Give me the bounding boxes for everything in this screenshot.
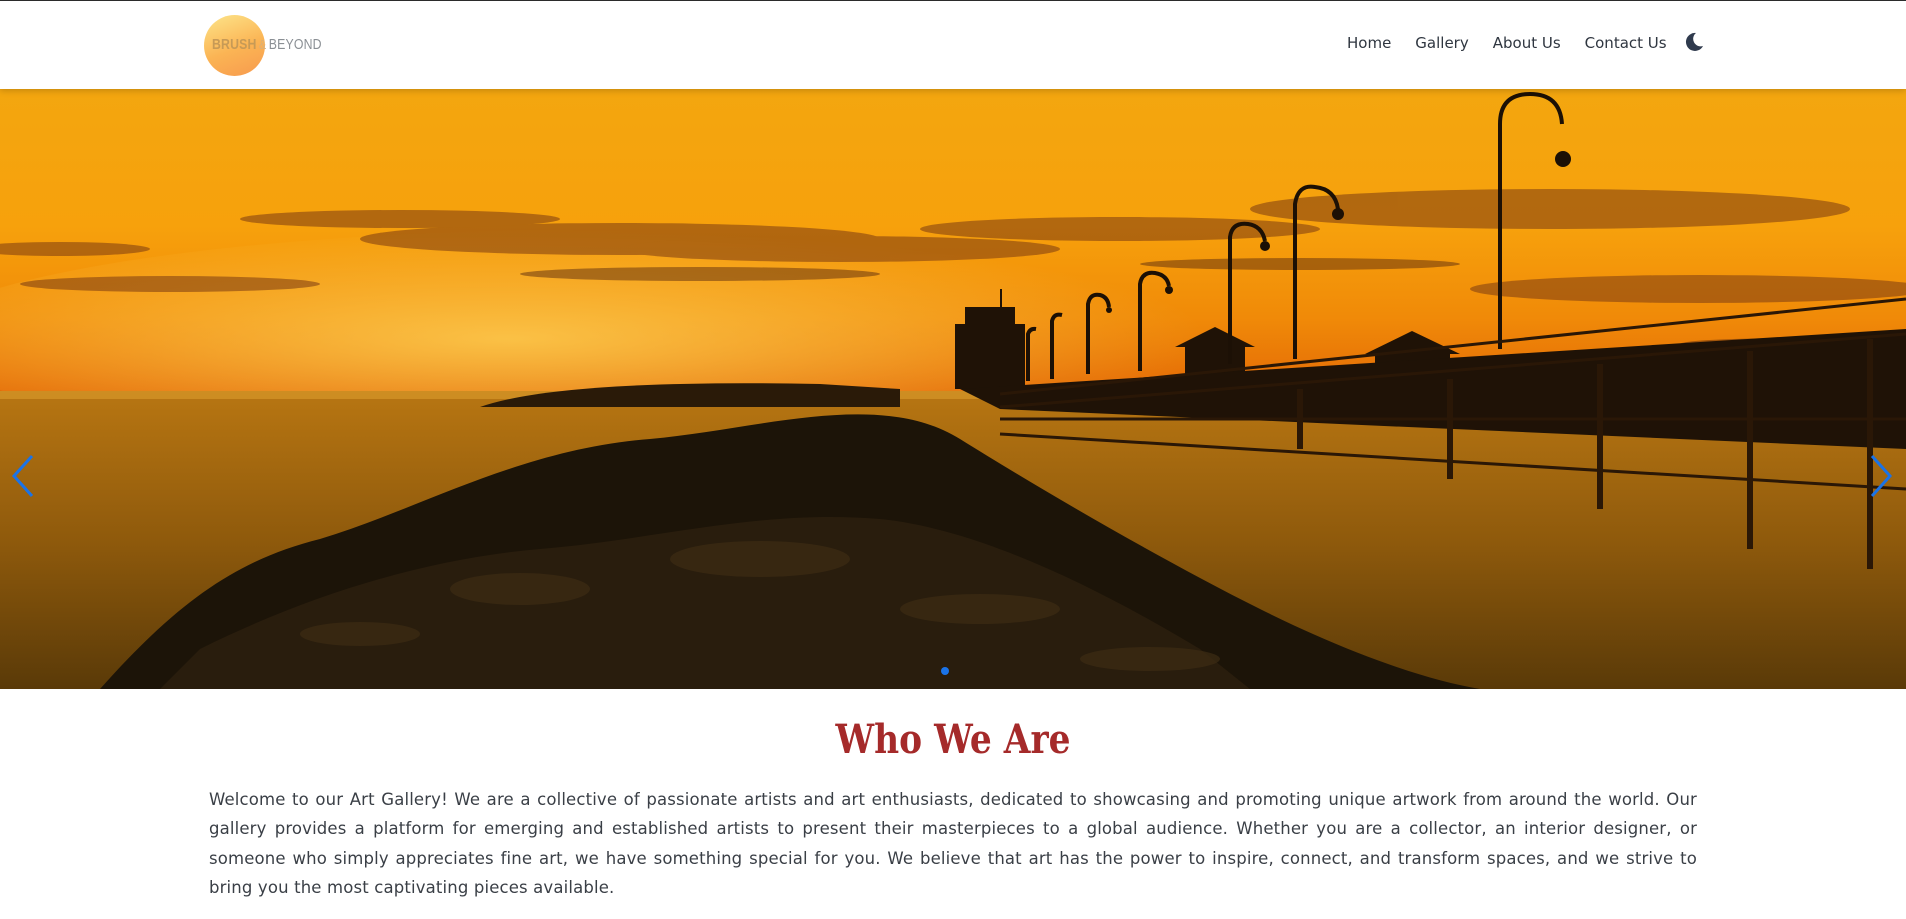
nav-about-us[interactable]: About Us: [1493, 34, 1561, 52]
carousel-prev-button[interactable]: [8, 452, 38, 500]
hero-carousel: [0, 89, 1906, 689]
main-nav: Home Gallery About Us Contact Us: [1347, 34, 1691, 52]
section-title-who-we-are: Who We Are: [835, 716, 1071, 763]
nav-home[interactable]: Home: [1347, 34, 1391, 52]
logo-text: BRUSH & BEYOND: [212, 36, 322, 53]
moon-icon[interactable]: [1683, 31, 1705, 53]
nav-contact-us[interactable]: Contact Us: [1585, 34, 1667, 52]
about-paragraph: Welcome to our Art Gallery! We are a col…: [209, 790, 1697, 898]
logo-word-beyond: BEYOND: [268, 36, 322, 53]
logo-ampersand: &: [259, 37, 267, 52]
carousel-next-button[interactable]: [1866, 452, 1896, 500]
slide-image: [0, 89, 1906, 689]
nav-gallery[interactable]: Gallery: [1415, 34, 1468, 52]
chevron-right-icon: [1870, 454, 1893, 498]
brand-logo[interactable]: BRUSH & BEYOND: [204, 15, 344, 77]
site-header: BRUSH & BEYOND Home Gallery About Us Conta…: [0, 0, 1906, 89]
chevron-left-icon: [11, 454, 34, 498]
logo-word-brush: BRUSH: [212, 36, 257, 53]
carousel-dot-active[interactable]: [941, 667, 949, 675]
